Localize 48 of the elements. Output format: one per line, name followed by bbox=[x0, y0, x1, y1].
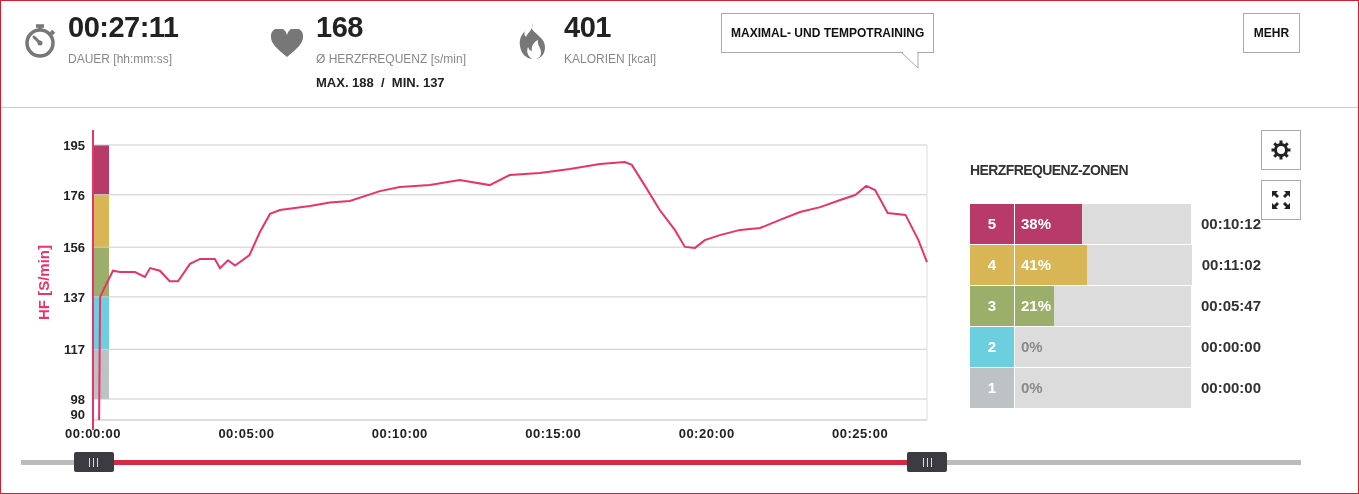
axis-tick-label: 00:15:00 bbox=[525, 426, 582, 441]
zone-number: 4 bbox=[970, 245, 1015, 285]
axis-tick-label: 176 bbox=[63, 187, 85, 203]
zone-percent: 0% bbox=[1021, 378, 1043, 398]
stat-label: DAUER [hh:mm:ss] bbox=[68, 51, 173, 68]
zone-percent: 41% bbox=[1021, 255, 1052, 275]
zone-number: 5 bbox=[970, 204, 1015, 244]
zone-percent: 21% bbox=[1021, 296, 1052, 316]
more-button[interactable]: MEHR bbox=[1243, 13, 1300, 53]
heart-icon bbox=[271, 29, 303, 58]
zone-number: 1 bbox=[970, 368, 1015, 408]
zone-time: 00:00:00 bbox=[1200, 336, 1261, 357]
axis-title: HF [S/min] bbox=[35, 245, 52, 320]
min-max-text: MAX. 188 / MIN. 137 bbox=[316, 74, 446, 92]
zone-percent: 0% bbox=[1021, 337, 1043, 357]
panel-title: HERZFREQUENZ-ZONEN bbox=[970, 161, 1128, 180]
fullscreen-button[interactable] bbox=[1261, 180, 1301, 220]
stopwatch-icon bbox=[23, 23, 57, 59]
slider-handle[interactable] bbox=[73, 452, 114, 472]
slider-handle[interactable] bbox=[907, 452, 948, 472]
settings-button[interactable] bbox=[1261, 130, 1301, 170]
training-type-button[interactable]: MAXIMAL- UND TEMPOTRAINING bbox=[721, 13, 935, 53]
axis-tick-label: 90 bbox=[70, 407, 85, 422]
axis-tick-label: 195 bbox=[63, 138, 85, 153]
zone-number: 2 bbox=[970, 327, 1015, 367]
stat-value: 168 bbox=[316, 13, 363, 42]
zone-time: 00:10:12 bbox=[1200, 213, 1261, 234]
zone-time: 00:00:00 bbox=[1200, 377, 1261, 398]
stat-label: KALORIEN [kcal] bbox=[564, 51, 657, 68]
axis-tick-label: 156 bbox=[63, 240, 85, 256]
axis-tick-label: 00:20:00 bbox=[678, 426, 735, 441]
zone-number: 3 bbox=[970, 286, 1015, 326]
zone-percent: 38% bbox=[1021, 214, 1052, 234]
expand-icon bbox=[1271, 190, 1291, 210]
axis-tick-label: 117 bbox=[64, 342, 85, 358]
axis-tick-label: 98 bbox=[70, 392, 85, 408]
stat-value: 00:27:11 bbox=[68, 13, 179, 42]
axis-tick-label: 137 bbox=[63, 289, 85, 305]
zone-time: 00:05:47 bbox=[1200, 295, 1261, 316]
axis-tick-label: 00:05:00 bbox=[218, 426, 275, 441]
stat-label: Ø HERZFREQUENZ [s/min] bbox=[316, 51, 466, 68]
axis-tick-label: 00:00:00 bbox=[65, 426, 121, 441]
axis-tick-label: 00:10:00 bbox=[371, 426, 428, 441]
zone-time: 00:11:02 bbox=[1201, 254, 1261, 275]
settings-icon bbox=[1271, 140, 1291, 160]
bubble-tail bbox=[902, 52, 921, 69]
stat-value: 401 bbox=[564, 13, 611, 42]
axis-tick-label: 00:25:00 bbox=[832, 426, 889, 441]
